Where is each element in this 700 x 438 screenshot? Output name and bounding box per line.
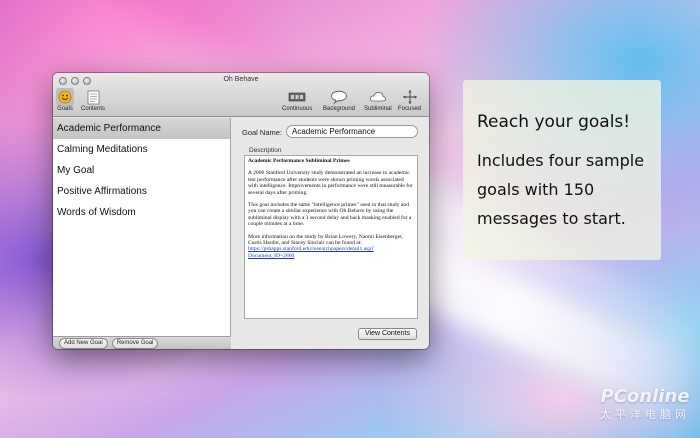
promo-callout: Reach your goals! Includes four sample g… <box>463 80 661 260</box>
toolbar-continuous-button[interactable]: Continuous <box>282 88 312 112</box>
toolbar-goals-label: Goals <box>57 106 73 112</box>
watermark-subtext: 太平洋电脑网 <box>600 408 690 421</box>
goal-list-item[interactable]: Words of Wisdom <box>53 202 230 223</box>
toolbar-subliminal-label: Subliminal <box>364 106 392 112</box>
toolbar-subliminal-button[interactable]: Subliminal <box>364 88 392 112</box>
speech-bubble-icon <box>330 88 348 106</box>
goals-sidebar: Academic Performance Calming Meditations… <box>53 118 231 349</box>
description-paragraph: More information on the study by Brian L… <box>248 234 414 260</box>
smiley-icon <box>56 88 74 106</box>
sidebar-footer: Add New Goal Remove Goal <box>53 336 231 349</box>
goal-list-item[interactable]: Academic Performance <box>53 118 230 139</box>
study-link[interactable]: https://psbapps.stanford.edu/researchpap… <box>248 246 374 258</box>
description-label: Description <box>249 147 282 154</box>
description-paragraph: A 2006 Stanford University study demonst… <box>248 170 413 196</box>
add-new-goal-button[interactable]: Add New Goal <box>59 337 108 349</box>
crosshair-arrows-icon <box>401 88 419 106</box>
toolbar-focused-label: Focused <box>398 106 422 112</box>
cloud-icon <box>369 88 387 106</box>
callout-body: Includes four sample goals with 150 mess… <box>477 151 645 228</box>
description-text-area[interactable]: Academic Performance Subliminal Primes A… <box>244 155 418 319</box>
goal-list-item[interactable]: Positive Affirmations <box>53 181 230 202</box>
app-window: Oh Behave Goals Contents Continuous Back… <box>53 73 429 349</box>
document-icon <box>84 88 102 106</box>
window-toolbar: Oh Behave Goals Contents Continuous Back… <box>53 73 429 117</box>
watermark-logo: PConline 太平洋电脑网 <box>600 388 690 424</box>
toolbar-contents-button[interactable]: Contents <box>81 88 105 112</box>
toolbar-continuous-label: Continuous <box>282 106 313 112</box>
goal-list-item[interactable]: Calming Meditations <box>53 139 230 160</box>
description-paragraph-text: More information on the study by Brian L… <box>248 233 404 247</box>
description-paragraph: This goal includes the same "intelligenc… <box>248 202 412 228</box>
toolbar-contents-label: Contents <box>81 106 106 112</box>
watermark-text: PConline <box>600 386 690 407</box>
view-contents-button[interactable]: View Contents <box>357 328 417 340</box>
goal-detail-panel: Goal Name: Academic Performance Descript… <box>232 118 429 349</box>
toolbar-focused-button[interactable]: Focused <box>398 88 421 112</box>
description-heading: Academic Performance Subliminal Primes <box>248 158 350 164</box>
toolbar-goals-button[interactable]: Goals <box>56 88 74 112</box>
toolbar-background-label: Background <box>323 106 356 112</box>
film-strip-icon <box>288 88 306 106</box>
goal-name-label: Goal Name: <box>242 128 283 137</box>
goal-name-field[interactable]: Academic Performance <box>286 125 418 138</box>
goal-list-item[interactable]: My Goal <box>53 160 230 181</box>
remove-goal-button[interactable]: Remove Goal <box>111 337 159 349</box>
toolbar-background-button[interactable]: Background <box>323 88 355 112</box>
window-title: Oh Behave <box>223 76 259 83</box>
callout-headline: Reach your goals! <box>477 112 631 132</box>
